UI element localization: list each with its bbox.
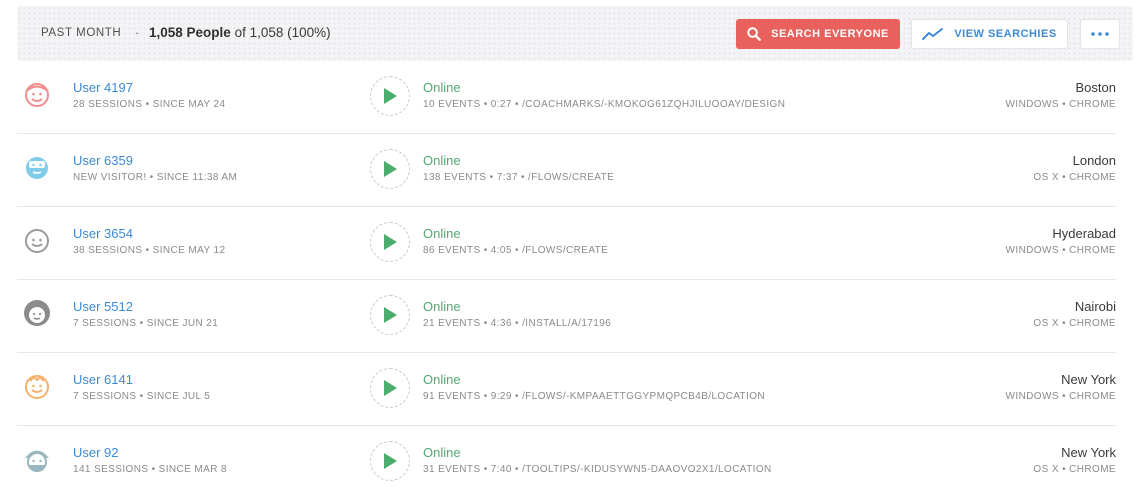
user-name-link[interactable]: User 92 — [73, 445, 119, 460]
more-dots-icon — [1091, 32, 1109, 36]
orange-face-avatar-icon — [25, 375, 49, 399]
user-session-meta: 28 SESSIONS • SINCE MAY 24 — [73, 99, 226, 110]
user-city: New York — [1061, 372, 1116, 387]
user-city: Boston — [1075, 80, 1116, 95]
user-name-link[interactable]: User 3654 — [73, 226, 133, 241]
play-session-button[interactable] — [370, 441, 410, 481]
search-everyone-label: SEARCH EVERYONE — [771, 28, 889, 40]
event-meta: 10 EVENTS • 0:27 • /COACHMARKS/-KMOKOG61… — [423, 99, 786, 110]
play-icon — [384, 453, 397, 469]
user-name-link[interactable]: User 6141 — [73, 372, 133, 387]
play-icon — [384, 234, 397, 250]
user-city: Nairobi — [1074, 299, 1116, 314]
more-options-button[interactable] — [1080, 19, 1120, 49]
people-count-bold: 1,058 People — [149, 25, 231, 40]
online-status: Online — [423, 445, 461, 460]
user-session-meta: 7 SESSIONS • SINCE JUN 21 — [73, 318, 219, 329]
search-everyone-button[interactable]: SEARCH EVERYONE — [736, 19, 900, 49]
user-row[interactable]: User 6141 7 SESSIONS • SINCE JUL 5 Onlin… — [17, 353, 1116, 426]
people-count-total: of 1,058 (100%) — [230, 25, 331, 40]
view-searches-label: VIEW SEARCHIES — [954, 28, 1057, 40]
user-row[interactable]: User 3654 38 SESSIONS • SINCE MAY 12 Onl… — [17, 207, 1116, 280]
user-session-meta: 38 SESSIONS • SINCE MAY 12 — [73, 245, 226, 256]
user-name-link[interactable]: User 4197 — [73, 80, 133, 95]
user-session-meta: 141 SESSIONS • SINCE MAR 8 — [73, 464, 227, 475]
user-city: London — [1072, 153, 1116, 168]
play-icon — [384, 88, 397, 104]
event-meta: 91 EVENTS • 9:29 • /FLOWS/-KMPAAETTGGYPM… — [423, 391, 766, 402]
event-meta: 31 EVENTS • 7:40 • /TOOLTIPS/-KIDUSYWN5-… — [423, 464, 772, 475]
play-session-button[interactable] — [370, 295, 410, 335]
play-session-button[interactable] — [370, 149, 410, 189]
online-status: Online — [423, 226, 461, 241]
event-meta: 138 EVENTS • 7:37 • /FLOWS/CREATE — [423, 172, 615, 183]
user-row[interactable]: User 6359 NEW VISITOR! • SINCE 11:38 AM … — [17, 134, 1116, 207]
play-session-button[interactable] — [370, 368, 410, 408]
online-status: Online — [423, 299, 461, 314]
user-platform: OS X • CHROME — [1033, 464, 1116, 475]
play-icon — [384, 307, 397, 323]
user-platform: OS X • CHROME — [1033, 318, 1116, 329]
turban-avatar-icon — [25, 450, 49, 472]
user-session-meta: NEW VISITOR! • SINCE 11:38 AM — [73, 172, 238, 183]
smiley-face-avatar-icon — [25, 229, 49, 253]
user-platform: WINDOWS • CHROME — [1005, 245, 1116, 256]
play-session-button[interactable] — [370, 222, 410, 262]
event-meta: 86 EVENTS • 4:05 • /FLOWS/CREATE — [423, 245, 609, 256]
filter-toolbar: PAST MONTH · 1,058 People of 1,058 (100%… — [17, 6, 1133, 61]
play-icon — [384, 380, 397, 396]
user-city: Hyderabad — [1052, 226, 1116, 241]
online-status: Online — [423, 153, 461, 168]
bearded-face-avatar-icon — [26, 157, 48, 179]
people-count: 1,058 People of 1,058 (100%) — [149, 25, 331, 40]
online-status: Online — [423, 80, 461, 95]
user-platform: OS X • CHROME — [1033, 172, 1116, 183]
online-status: Online — [423, 372, 461, 387]
user-city: New York — [1061, 445, 1116, 460]
user-platform: WINDOWS • CHROME — [1005, 391, 1116, 402]
play-session-button[interactable] — [370, 76, 410, 116]
search-icon — [747, 27, 762, 41]
separator-dot: · — [135, 25, 140, 40]
view-searches-button[interactable]: VIEW SEARCHIES — [911, 19, 1068, 49]
play-icon — [384, 161, 397, 177]
user-name-link[interactable]: User 5512 — [73, 299, 133, 314]
pink-face-avatar-icon — [25, 83, 49, 107]
user-platform: WINDOWS • CHROME — [1005, 99, 1116, 110]
user-row[interactable]: User 5512 7 SESSIONS • SINCE JUN 21 Onli… — [17, 280, 1116, 353]
user-name-link[interactable]: User 6359 — [73, 153, 133, 168]
user-row[interactable]: User 92 141 SESSIONS • SINCE MAR 8 Onlin… — [17, 426, 1116, 499]
user-row[interactable]: User 4197 28 SESSIONS • SINCE MAY 24 Onl… — [17, 61, 1116, 134]
people-list: User 4197 28 SESSIONS • SINCE MAY 24 Onl… — [17, 61, 1116, 499]
curly-hair-avatar-icon — [24, 300, 50, 326]
date-range-label[interactable]: PAST MONTH — [41, 27, 121, 39]
user-session-meta: 7 SESSIONS • SINCE JUL 5 — [73, 391, 211, 402]
event-meta: 21 EVENTS • 4:36 • /INSTALL/A/17196 — [423, 318, 612, 329]
trend-line-icon — [922, 28, 944, 40]
